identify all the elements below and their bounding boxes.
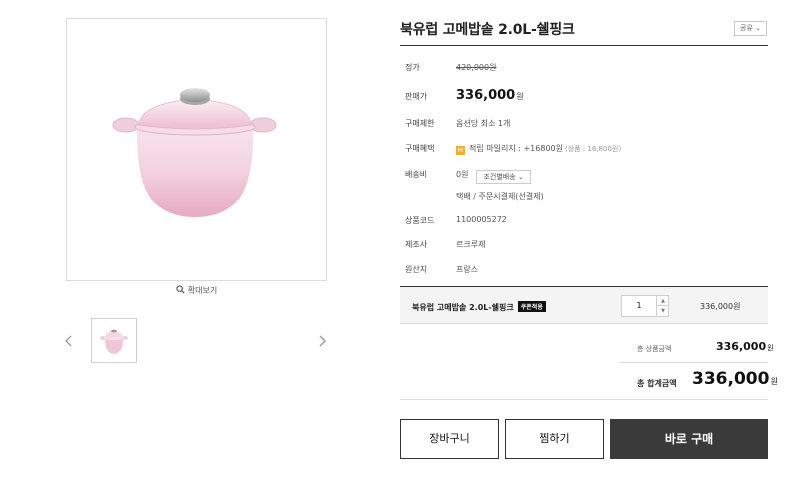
thumbnail-1[interactable] bbox=[91, 318, 137, 363]
product-title: 북유럽 고메밥솥 2.0L-쉘핑크 bbox=[400, 22, 575, 38]
thumbnail-next-arrow[interactable] bbox=[316, 333, 328, 347]
shipping-label: 배송비 bbox=[405, 170, 428, 179]
total-unit: 원 bbox=[770, 377, 778, 386]
option-name: 북유럽 고메밥솥 2.0L-쉘핑크 bbox=[412, 303, 514, 312]
totals-divider bbox=[619, 362, 768, 363]
shipping-method: 택배 / 주문시결제(선결제) bbox=[456, 192, 544, 201]
mileage-icon: M bbox=[456, 146, 465, 155]
sale-price-value: 336,000원 bbox=[456, 88, 524, 103]
sale-price-label: 판매가 bbox=[405, 92, 428, 101]
product-code-label: 상품코드 bbox=[405, 216, 435, 225]
sale-price: 336,000 bbox=[456, 88, 516, 103]
list-price: 420,000원 bbox=[456, 63, 497, 72]
subtotal-unit: 원 bbox=[767, 344, 774, 352]
subtotal-label: 총 상품금액 bbox=[637, 345, 672, 353]
quantity-stepper[interactable]: 1 ▲ ▼ bbox=[621, 295, 669, 317]
maker: 르크루제 bbox=[456, 240, 486, 249]
subtotal: 336,000 bbox=[716, 340, 767, 353]
shipping-value: 0원 조건별배송 ⌄ bbox=[456, 169, 531, 184]
shipping-fee: 0원 bbox=[456, 170, 469, 179]
benefit-label: 구매혜택 bbox=[405, 144, 435, 153]
total: 336,000 bbox=[692, 369, 770, 389]
selected-option-row: 북유럽 고메밥솥 2.0L-쉘핑크 쿠폰적용 1 ▲ ▼ 336,000원 bbox=[400, 286, 768, 324]
chevron-left-icon bbox=[65, 335, 72, 347]
quantity-decrease-button[interactable]: ▼ bbox=[656, 306, 669, 316]
pot-thumbnail-image bbox=[100, 329, 128, 354]
product-code: 1100005272 bbox=[456, 215, 507, 224]
origin-label: 원산지 bbox=[405, 265, 428, 274]
purchase-limit: 옵션당 최소 1개 bbox=[456, 119, 511, 128]
list-price-label: 정가 bbox=[405, 63, 420, 72]
title-divider bbox=[400, 45, 768, 46]
benefit-note: (상품 : 16,800원) bbox=[565, 145, 622, 153]
purchase-limit-label: 구매제한 bbox=[405, 119, 435, 128]
magnifier-icon bbox=[176, 285, 185, 294]
benefit-value: M 적립 마일리지 : +16800원 (상품 : 16,800원) bbox=[456, 143, 621, 155]
share-button[interactable]: 공유 ⌄ bbox=[734, 21, 767, 36]
coupon-badge[interactable]: 쿠폰적용 bbox=[517, 301, 546, 312]
quantity-increase-button[interactable]: ▲ bbox=[656, 296, 669, 306]
buy-now-button[interactable]: 바로 구매 bbox=[610, 419, 768, 459]
chevron-right-icon bbox=[319, 335, 326, 347]
shipping-condition-select[interactable]: 조건별배송 ⌄ bbox=[476, 170, 531, 184]
option-price: 336,000원 bbox=[700, 302, 741, 311]
zoom-label: 확대보기 bbox=[187, 286, 218, 295]
total-value: 336,000원 bbox=[692, 369, 778, 389]
main-product-image[interactable] bbox=[66, 18, 327, 281]
sale-price-unit: 원 bbox=[516, 92, 524, 101]
zoom-control[interactable]: 확대보기 bbox=[66, 285, 327, 296]
thumbnail-prev-arrow[interactable] bbox=[63, 333, 75, 347]
wishlist-button[interactable]: 찜하기 bbox=[505, 419, 604, 459]
total-label: 총 합계금액 bbox=[637, 379, 677, 388]
add-to-cart-button[interactable]: 장바구니 bbox=[400, 419, 499, 459]
pot-image bbox=[112, 88, 277, 217]
bottom-divider bbox=[400, 399, 768, 400]
maker-label: 제조사 bbox=[405, 240, 428, 249]
option-name-wrap: 북유럽 고메밥솥 2.0L-쉘핑크 쿠폰적용 bbox=[412, 301, 546, 313]
quantity-input[interactable]: 1 bbox=[622, 296, 656, 316]
origin: 프랑스 bbox=[456, 265, 479, 274]
subtotal-value: 336,000원 bbox=[716, 340, 774, 353]
benefit-text: 적립 마일리지 : +16800원 bbox=[469, 144, 563, 153]
